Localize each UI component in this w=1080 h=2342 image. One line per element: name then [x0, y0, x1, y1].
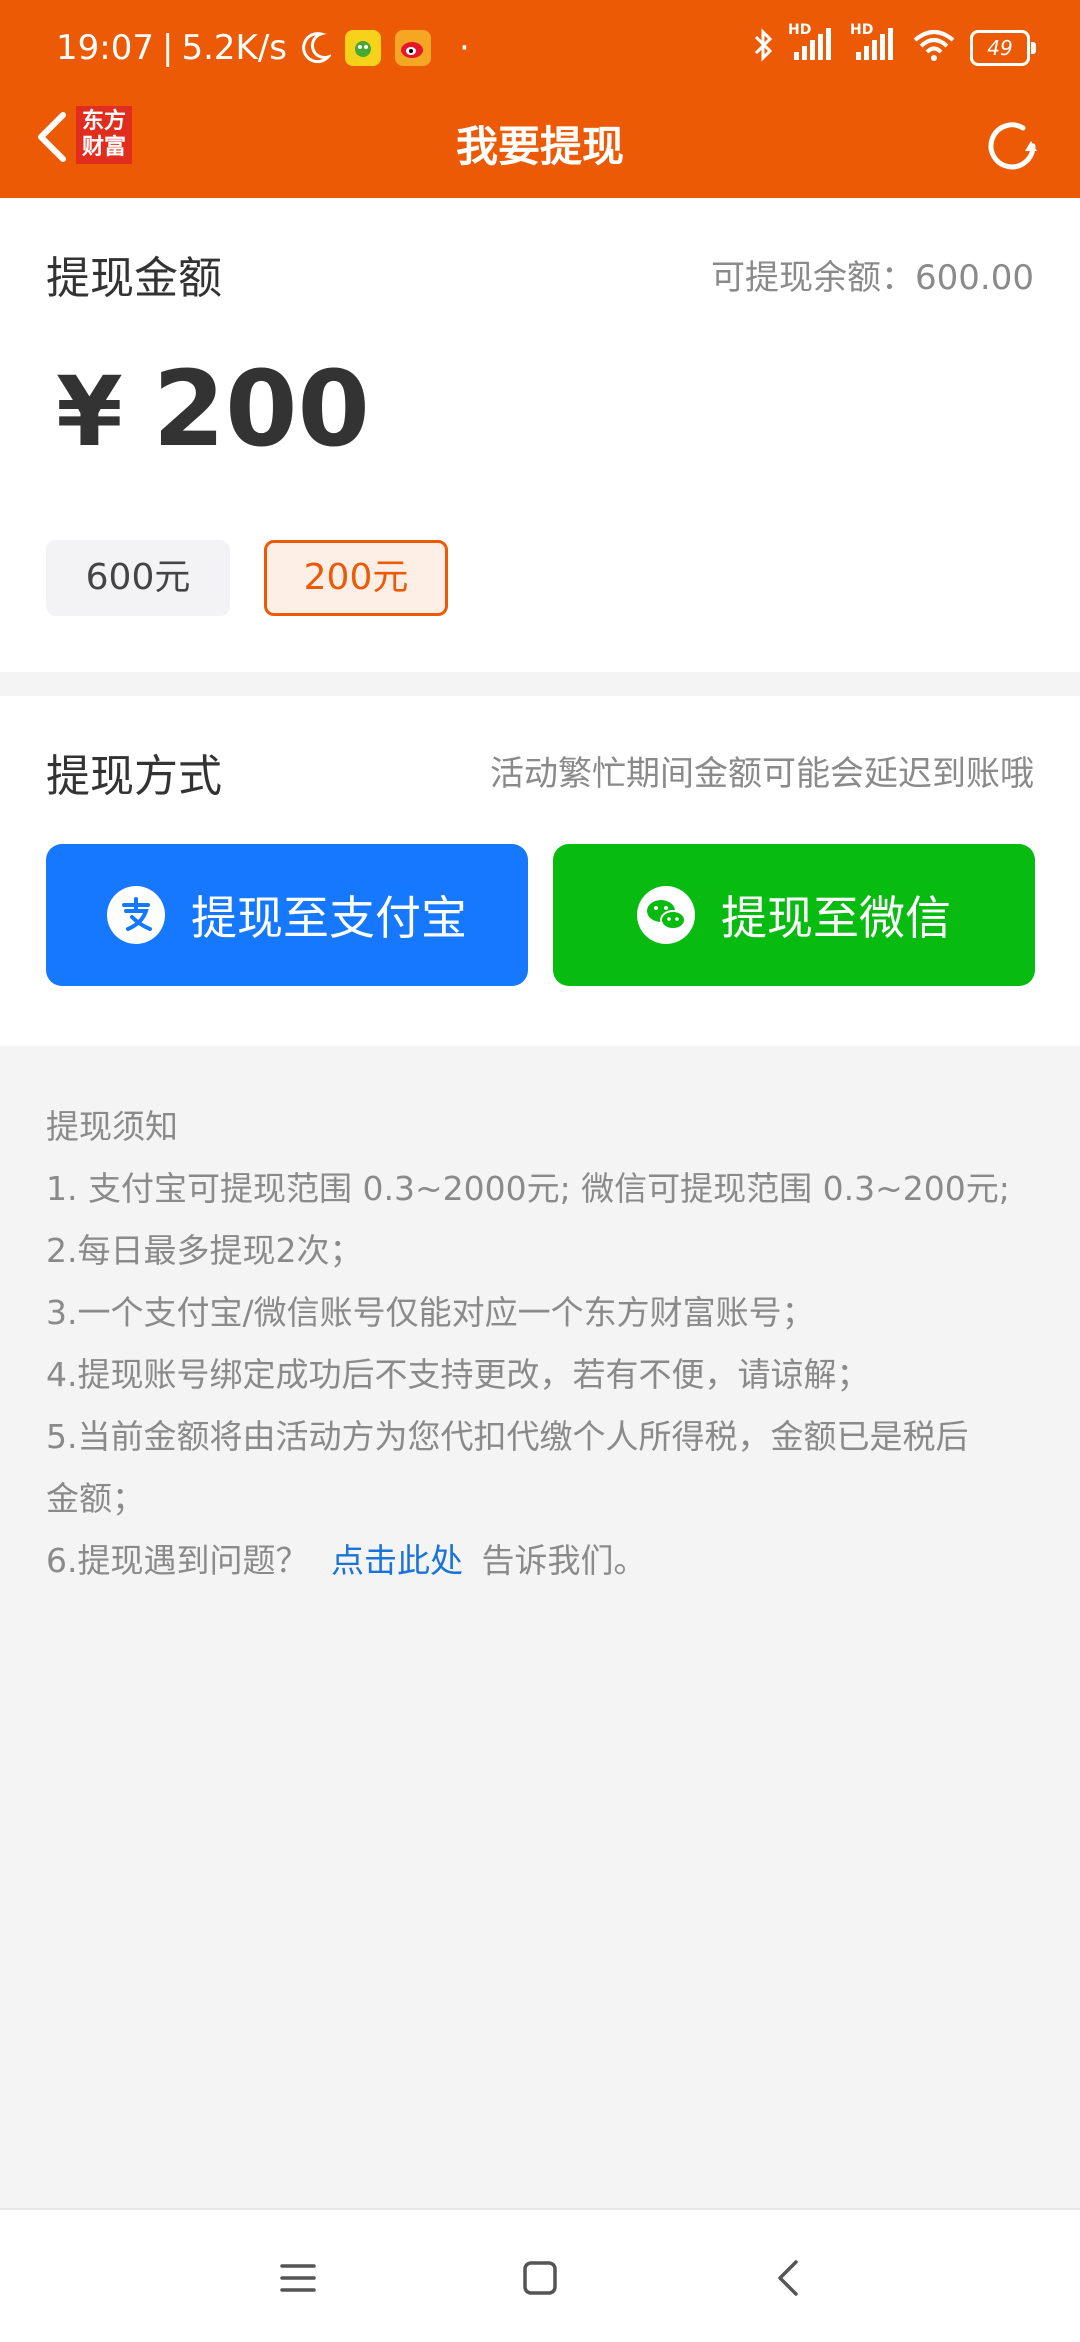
bluetooth-icon	[752, 27, 774, 70]
notice-item-5b: 金额；	[46, 1479, 145, 1518]
system-nav-bar	[0, 2208, 1080, 2342]
moon-icon	[301, 31, 331, 65]
weibo-icon	[395, 30, 431, 66]
hd-label-2: HD	[850, 21, 874, 38]
notice-heading: 提现须知	[46, 1107, 178, 1146]
amount-chip-200[interactable]: 200元	[264, 540, 448, 616]
notice-item-2: 2.每日最多提现2次；	[46, 1231, 363, 1270]
notice-item-4: 4.提现账号绑定成功后不支持更改，若有不便，请谅解；	[46, 1355, 870, 1394]
currency-symbol: ¥	[56, 356, 123, 468]
method-card: 提现方式 活动繁忙期间金额可能会延迟到账哦 提现至支付宝 提现至微信	[0, 696, 1080, 1046]
amount-chip-600[interactable]: 600元	[46, 540, 230, 616]
page-title: 我要提现	[455, 122, 624, 171]
withdraw-notice: 提现须知 1. 支付宝可提现范围 0.3~2000元; 微信可提现范围 0.3~…	[46, 1096, 1046, 1592]
back-nav-icon	[778, 2260, 798, 2296]
amount-card: 提现金额 可提现余额：600.00 ¥ 200 600元 200元	[0, 198, 1080, 672]
notice-item-6-prefix: 6.提现遇到问题？	[46, 1541, 309, 1580]
status-dot: ·	[459, 28, 470, 68]
status-time: 19:07	[56, 28, 154, 68]
status-bar: 19:07 | 5.2K/s · HD HD 49	[0, 0, 1080, 96]
signal-icon: HD	[788, 22, 836, 69]
game-app-icon	[345, 30, 381, 66]
hd-label: HD	[788, 21, 812, 38]
wifi-icon	[912, 28, 956, 69]
notice-item-3: 3.一个支付宝/微信账号仅能对应一个东方财富账号；	[46, 1293, 815, 1332]
alipay-label: 提现至支付宝	[191, 891, 467, 945]
home-button[interactable]	[510, 2250, 570, 2306]
notice-item-6: 6.提现遇到问题？ 点击此处 告诉我们。	[46, 1530, 1046, 1592]
recent-apps-button[interactable]	[268, 2250, 328, 2306]
status-separator: |	[161, 28, 174, 68]
method-section-title: 提现方式	[46, 751, 222, 802]
system-back-button[interactable]	[758, 2250, 818, 2306]
refresh-button[interactable]	[972, 106, 1052, 186]
notice-item-6-suffix: 告诉我们。	[481, 1541, 647, 1580]
status-right: HD HD 49	[752, 22, 1036, 74]
amount-section-title: 提现金额	[46, 253, 222, 304]
amount-value: 200	[152, 348, 370, 470]
withdraw-wechat-button[interactable]: 提现至微信	[553, 844, 1035, 986]
available-balance: 可提现余额：600.00	[711, 258, 1034, 298]
method-hint: 活动繁忙期间金额可能会延迟到账哦	[490, 754, 1034, 794]
amount-display[interactable]: ¥ 200	[56, 348, 370, 470]
notice-item-1: 1. 支付宝可提现范围 0.3~2000元; 微信可提现范围 0.3~200元;	[46, 1169, 1010, 1208]
refresh-icon	[988, 122, 1037, 170]
wechat-label: 提现至微信	[721, 891, 951, 945]
menu-icon	[280, 2264, 316, 2292]
status-left: 19:07 | 5.2K/s ·	[56, 22, 470, 74]
wechat-icon	[637, 886, 695, 944]
alipay-icon	[107, 886, 165, 944]
notice-item-5a: 5.当前金额将由活动方为您代扣代缴个人所得税，金额已是税后	[46, 1417, 969, 1456]
home-icon	[523, 2261, 557, 2295]
signal-icon-2: HD	[850, 22, 898, 69]
withdraw-alipay-button[interactable]: 提现至支付宝	[46, 844, 528, 986]
status-speed: 5.2K/s	[181, 28, 287, 68]
help-link[interactable]: 点击此处	[331, 1541, 463, 1580]
battery-indicator: 49	[970, 30, 1036, 66]
